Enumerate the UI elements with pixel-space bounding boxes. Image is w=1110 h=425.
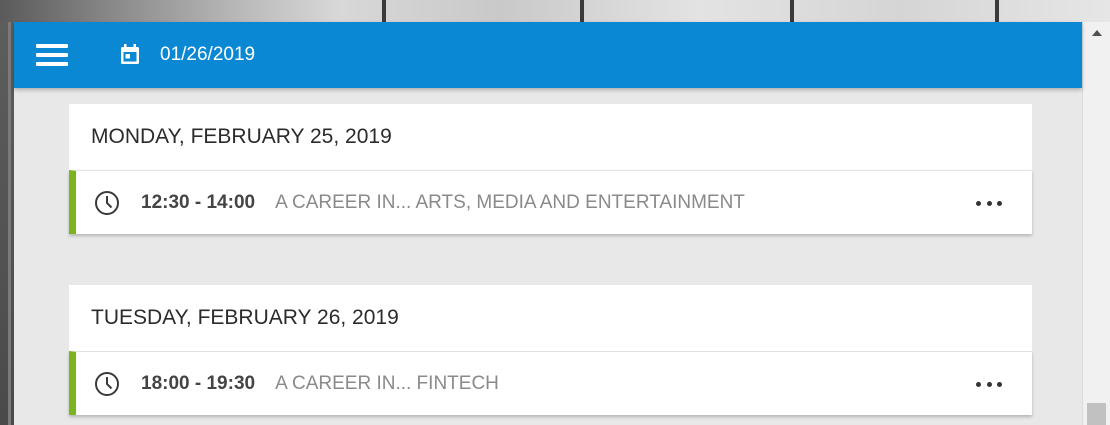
calendar-icon (121, 44, 139, 64)
scroll-up-arrow-icon[interactable] (1083, 22, 1110, 44)
clock-icon (95, 371, 119, 396)
background-post (790, 0, 794, 22)
day-title: TUESDAY, FEBRUARY 26, 2019 (91, 306, 399, 329)
event-row[interactable]: 18:00 - 19:30 A CAREER IN... FINTECH (69, 351, 1032, 415)
background-photo-left (0, 22, 14, 425)
day-title: MONDAY, FEBRUARY 25, 2019 (91, 125, 392, 148)
day-header: TUESDAY, FEBRUARY 26, 2019 (69, 285, 1032, 351)
event-time: 18:00 - 19:30 (141, 372, 256, 394)
background-post (580, 0, 584, 22)
agenda-app: 01/26/2019 MONDAY, FEBRUARY 25, 2019 12:… (14, 22, 1082, 425)
event-row[interactable]: 12:30 - 14:00 A CAREER IN... ARTS, MEDIA… (69, 170, 1032, 234)
event-time: 12:30 - 14:00 (141, 191, 256, 213)
background-photo (0, 0, 1110, 22)
background-post (382, 0, 386, 22)
background-photo-edge (8, 22, 11, 425)
vertical-scrollbar[interactable] (1082, 22, 1110, 425)
more-options-icon[interactable] (976, 374, 1002, 394)
date-picker-button[interactable]: 01/26/2019 (118, 36, 255, 74)
background-post (995, 0, 999, 22)
clock-icon (95, 190, 119, 215)
event-title: A CAREER IN... ARTS, MEDIA AND ENTERTAIN… (275, 191, 745, 213)
more-options-icon[interactable] (976, 193, 1002, 213)
event-title: A CAREER IN... FINTECH (275, 372, 499, 394)
scrollbar-thumb[interactable] (1087, 403, 1106, 425)
day-header: MONDAY, FEBRUARY 25, 2019 (69, 104, 1032, 170)
hamburger-icon[interactable] (34, 40, 70, 70)
app-header: 01/26/2019 (14, 22, 1082, 88)
current-date: 01/26/2019 (160, 44, 256, 65)
